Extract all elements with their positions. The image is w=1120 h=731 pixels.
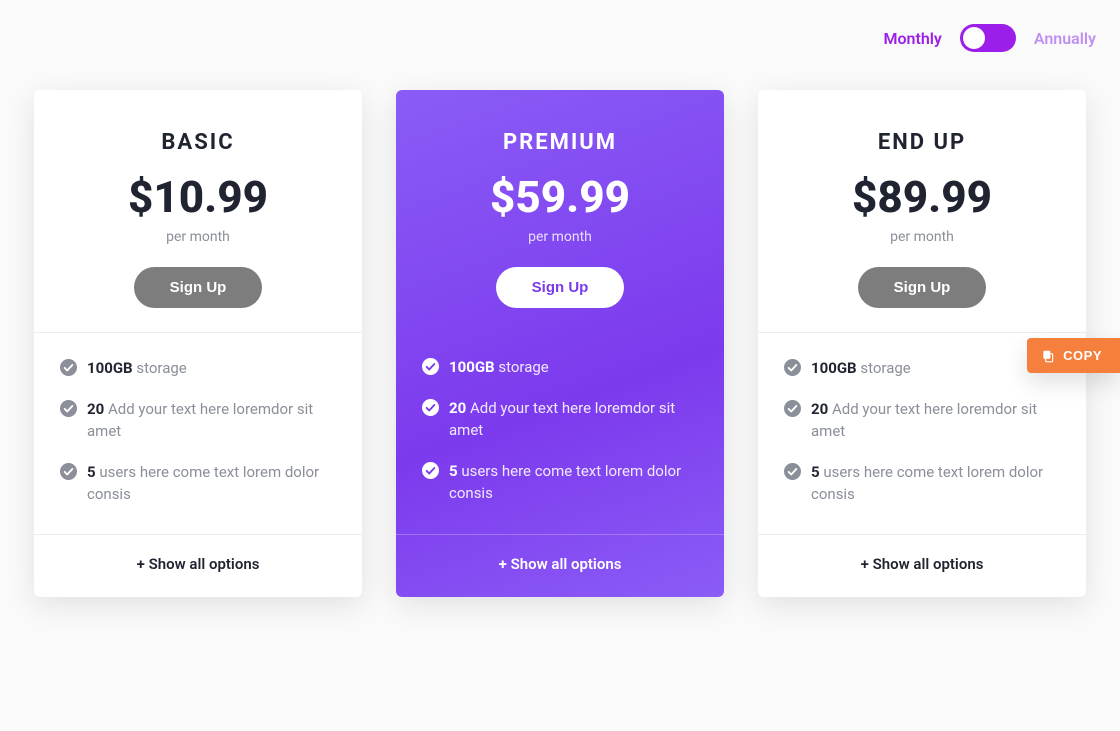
pricing-plans: BASIC $10.99 per month Sign Up 100GB storage… [0, 90, 1120, 597]
check-circle-icon [422, 462, 439, 479]
plan-header: END UP $89.99 per month Sign Up [758, 90, 1086, 332]
feature-rest: storage [136, 359, 186, 377]
show-all-options[interactable]: + Show all options [396, 534, 724, 597]
billing-toggle-row: Monthly Annually [0, 0, 1120, 52]
feature-bold: 20 [811, 400, 828, 418]
feature-item: 100GB storage [60, 357, 336, 380]
check-circle-icon [784, 463, 801, 480]
plan-price: $89.99 [778, 171, 1066, 223]
feature-rest: storage [860, 359, 910, 377]
check-circle-icon [784, 400, 801, 417]
copy-icon [1041, 349, 1055, 363]
check-circle-icon [60, 359, 77, 376]
feature-text: 100GB storage [87, 357, 187, 380]
feature-text: 20 Add your text here loremdor sit amet [87, 398, 336, 443]
toggle-knob [963, 27, 985, 49]
feature-item: 5 users here come text lorem dolor consi… [60, 461, 336, 506]
feature-rest: Add your text here loremdor sit amet [449, 399, 675, 440]
feature-rest: users here come text lorem dolor consis [449, 462, 681, 503]
feature-bold: 20 [449, 399, 466, 417]
plan-name: BASIC [54, 130, 342, 155]
pricing-plan: BASIC $10.99 per month Sign Up 100GB storage… [34, 90, 362, 597]
plan-header: PREMIUM $59.99 per month Sign Up [396, 90, 724, 332]
feature-rest: storage [498, 358, 548, 376]
feature-rest: Add your text here loremdor sit amet [87, 400, 313, 441]
feature-text: 5 users here come text lorem dolor consi… [449, 460, 698, 505]
signup-button[interactable]: Sign Up [858, 267, 987, 308]
feature-rest: users here come text lorem dolor consis [87, 463, 319, 504]
feature-item: 20 Add your text here loremdor sit amet [784, 398, 1060, 443]
feature-bold: 100GB [449, 358, 495, 376]
feature-item: 100GB storage [784, 357, 1060, 380]
feature-rest: Add your text here loremdor sit amet [811, 400, 1037, 441]
feature-text: 20 Add your text here loremdor sit amet [449, 397, 698, 442]
feature-bold: 20 [87, 400, 104, 418]
signup-button[interactable]: Sign Up [134, 267, 263, 308]
plan-header: BASIC $10.99 per month Sign Up [34, 90, 362, 332]
feature-bold: 5 [811, 463, 820, 481]
plan-period: per month [54, 229, 342, 245]
feature-bold: 100GB [87, 359, 133, 377]
check-circle-icon [422, 358, 439, 375]
check-circle-icon [60, 400, 77, 417]
pricing-plan: PREMIUM $59.99 per month Sign Up 100GB stora… [396, 90, 724, 597]
feature-item: 5 users here come text lorem dolor consi… [784, 461, 1060, 506]
show-all-options[interactable]: + Show all options [758, 534, 1086, 597]
feature-text: 5 users here come text lorem dolor consi… [87, 461, 336, 506]
feature-item: 20 Add your text here loremdor sit amet [422, 397, 698, 442]
plan-price: $59.99 [416, 171, 704, 223]
signup-button[interactable]: Sign Up [496, 267, 625, 308]
feature-item: 5 users here come text lorem dolor consi… [422, 460, 698, 505]
toggle-label-monthly[interactable]: Monthly [883, 29, 941, 48]
plan-period: per month [778, 229, 1066, 245]
feature-bold: 100GB [811, 359, 857, 377]
plan-name: END UP [778, 130, 1066, 155]
feature-item: 20 Add your text here loremdor sit amet [60, 398, 336, 443]
feature-text: 20 Add your text here loremdor sit amet [811, 398, 1060, 443]
billing-toggle[interactable] [960, 24, 1016, 52]
feature-text: 5 users here come text lorem dolor consi… [811, 461, 1060, 506]
plan-name: PREMIUM [416, 130, 704, 155]
feature-bold: 5 [449, 462, 458, 480]
plan-period: per month [416, 229, 704, 245]
check-circle-icon [60, 463, 77, 480]
feature-item: 100GB storage [422, 356, 698, 379]
plan-features: 100GB storage 20 Add your text here lorem… [396, 332, 724, 534]
feature-text: 100GB storage [449, 356, 549, 379]
check-circle-icon [784, 359, 801, 376]
check-circle-icon [422, 399, 439, 416]
copy-button-label: COPY [1063, 348, 1102, 363]
copy-button[interactable]: COPY [1027, 338, 1120, 373]
feature-bold: 5 [87, 463, 96, 481]
plan-price: $10.99 [54, 171, 342, 223]
show-all-options[interactable]: + Show all options [34, 534, 362, 597]
plan-features: 100GB storage 20 Add your text here lorem… [34, 332, 362, 534]
feature-text: 100GB storage [811, 357, 911, 380]
feature-rest: users here come text lorem dolor consis [811, 463, 1043, 504]
toggle-label-annually[interactable]: Annually [1034, 29, 1096, 48]
